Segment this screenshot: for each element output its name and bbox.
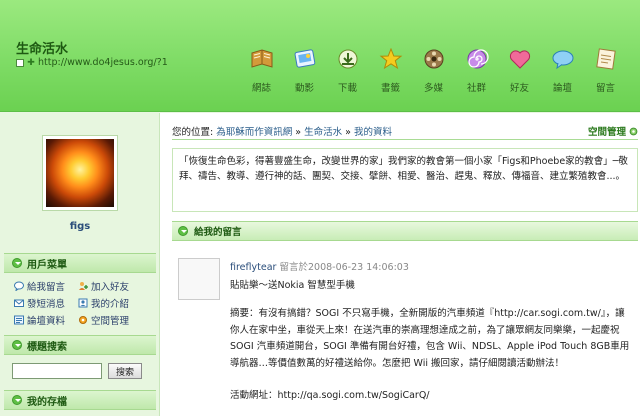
nav-label: 留言 — [595, 83, 615, 94]
settings-icon — [629, 127, 638, 135]
nav-label: 社群 — [466, 83, 486, 94]
avatar-image — [46, 139, 114, 207]
nav-item-photos[interactable]: 動影 — [283, 46, 326, 94]
chat-icon — [550, 46, 576, 72]
menu-item-forum-data[interactable]: 論壇資料 — [14, 313, 78, 327]
page-icon[interactable] — [16, 58, 24, 67]
breadcrumb-link-space[interactable]: 生命活水 — [304, 127, 342, 138]
comment-title: 貼貼樂～送Nokia 智慧型手機 — [230, 280, 355, 291]
comment-link-label: 活動網址： — [230, 390, 278, 401]
nav-item-community[interactable]: 社群 — [455, 46, 498, 94]
my-archive-title: 我的存檔 — [27, 396, 67, 408]
breadcrumb-link-home[interactable]: 為耶穌而作資訊網 — [216, 127, 292, 138]
nav-item-friends[interactable]: 好友 — [498, 46, 541, 94]
nav-item-bookmarks[interactable]: 書籤 — [369, 46, 412, 94]
add-icon[interactable]: ✚ — [27, 58, 35, 67]
breadcrumb-link-profile[interactable]: 我的資料 — [354, 127, 392, 138]
comment-time-prefix: 留言於 — [279, 262, 308, 273]
menu-item-leave-message[interactable]: 給我留言 — [14, 279, 78, 293]
comment-body: 摘要：有沒有搞錯？SOGI 不只寫手機，全新開版的汽車頻道『http://car… — [230, 308, 630, 369]
heart-icon — [507, 46, 533, 72]
site-url[interactable]: http://www.do4jesus.org/?1 — [38, 57, 168, 68]
site-title[interactable]: 生命活水 — [16, 38, 68, 57]
comment-link-row: 活動網址：http://qa.sogi.com.tw/SogiCarQ/ — [230, 387, 430, 401]
search-button[interactable]: 搜索 — [108, 363, 142, 379]
nav-label: 下載 — [337, 83, 357, 94]
section-header: 給我的留言 — [172, 221, 638, 241]
nav-item-media[interactable]: 多媒 — [412, 46, 455, 94]
main-nav: 網誌 動影 下載 書籤 多媒 社群 好友 論壇 留言 — [240, 46, 627, 94]
sidebar: figs 用戶菜單 給我留言 加入好友 發短消息 我的介紹 論壇資料 空間管理 — [0, 113, 160, 416]
menu-item-add-friend[interactable]: 加入好友 — [78, 279, 154, 293]
message-icon — [14, 299, 24, 307]
main-content: 您的位置: 為耶穌而作資訊網 » 生命活水 » 我的資料 空間管理 「恢復生命色… — [160, 113, 640, 416]
tag-search-header: 標題搜索 — [4, 335, 156, 355]
add-user-icon — [79, 282, 88, 290]
menu-item-my-profile[interactable]: 我的介紹 — [78, 296, 154, 310]
profile-icon — [78, 298, 88, 308]
site-url-row: ✚ http://www.do4jesus.org/?1 — [16, 57, 168, 68]
section-bullet-icon — [12, 340, 22, 350]
menu-item-send-message[interactable]: 發短消息 — [14, 296, 78, 310]
book-icon — [249, 46, 275, 72]
intro-text: 「恢復生命色彩，得著豐盛生命，改變世界的家」我們家的教會第一個小家「Figs和P… — [172, 148, 638, 212]
forum-icon — [14, 315, 24, 325]
comment-username[interactable]: fireflytear — [230, 262, 276, 273]
search-input[interactable] — [12, 363, 102, 379]
settings-icon — [79, 316, 87, 324]
star-icon — [378, 46, 404, 72]
section-title: 給我的留言 — [194, 227, 242, 238]
note-icon — [593, 46, 619, 72]
section-bullet-icon — [12, 395, 22, 405]
swirl-icon — [464, 46, 490, 72]
space-management-link[interactable]: 空間管理 — [588, 124, 638, 138]
comment-link[interactable]: http://qa.sogi.com.tw/SogiCarQ/ — [278, 390, 430, 401]
nav-label: 網誌 — [251, 83, 271, 94]
comment-meta: fireflytear 留言於2008-06-23 14:06:03 — [230, 259, 409, 273]
divider — [172, 139, 638, 140]
section-bullet-icon — [178, 226, 188, 236]
photo-icon — [292, 46, 318, 72]
film-icon — [421, 46, 447, 72]
header: 生命活水 ✚ http://www.do4jesus.org/?1 網誌 動影 … — [0, 0, 640, 112]
nav-item-download[interactable]: 下載 — [326, 46, 369, 94]
tag-search-title: 標題搜索 — [27, 341, 67, 353]
menu-item-space-management[interactable]: 空間管理 — [78, 313, 154, 327]
nav-label: 動影 — [294, 83, 314, 94]
my-archive-header: 我的存檔 — [4, 390, 156, 410]
nav-label: 好友 — [509, 83, 529, 94]
avatar[interactable] — [42, 135, 118, 211]
nav-label: 論壇 — [552, 83, 572, 94]
user-menu: 給我留言 加入好友 發短消息 我的介紹 論壇資料 空間管理 — [14, 279, 154, 327]
breadcrumb: 您的位置: 為耶穌而作資訊網 » 生命活水 » 我的資料 — [172, 127, 393, 138]
comment-avatar[interactable] — [178, 258, 220, 300]
chat-icon — [14, 281, 24, 291]
search-row: 搜索 — [12, 363, 142, 379]
comment-time: 2008-06-23 14:06:03 — [307, 262, 409, 273]
username[interactable]: figs — [0, 221, 160, 232]
nav-item-blog[interactable]: 網誌 — [240, 46, 283, 94]
download-icon — [335, 46, 361, 72]
nav-item-guestbook[interactable]: 留言 — [584, 46, 627, 94]
nav-label: 多媒 — [423, 83, 443, 94]
nav-label: 書籤 — [380, 83, 400, 94]
nav-item-forum[interactable]: 論壇 — [541, 46, 584, 94]
user-menu-header: 用戶菜單 — [4, 253, 156, 273]
user-menu-title: 用戶菜單 — [27, 259, 67, 271]
section-bullet-icon — [12, 258, 22, 268]
